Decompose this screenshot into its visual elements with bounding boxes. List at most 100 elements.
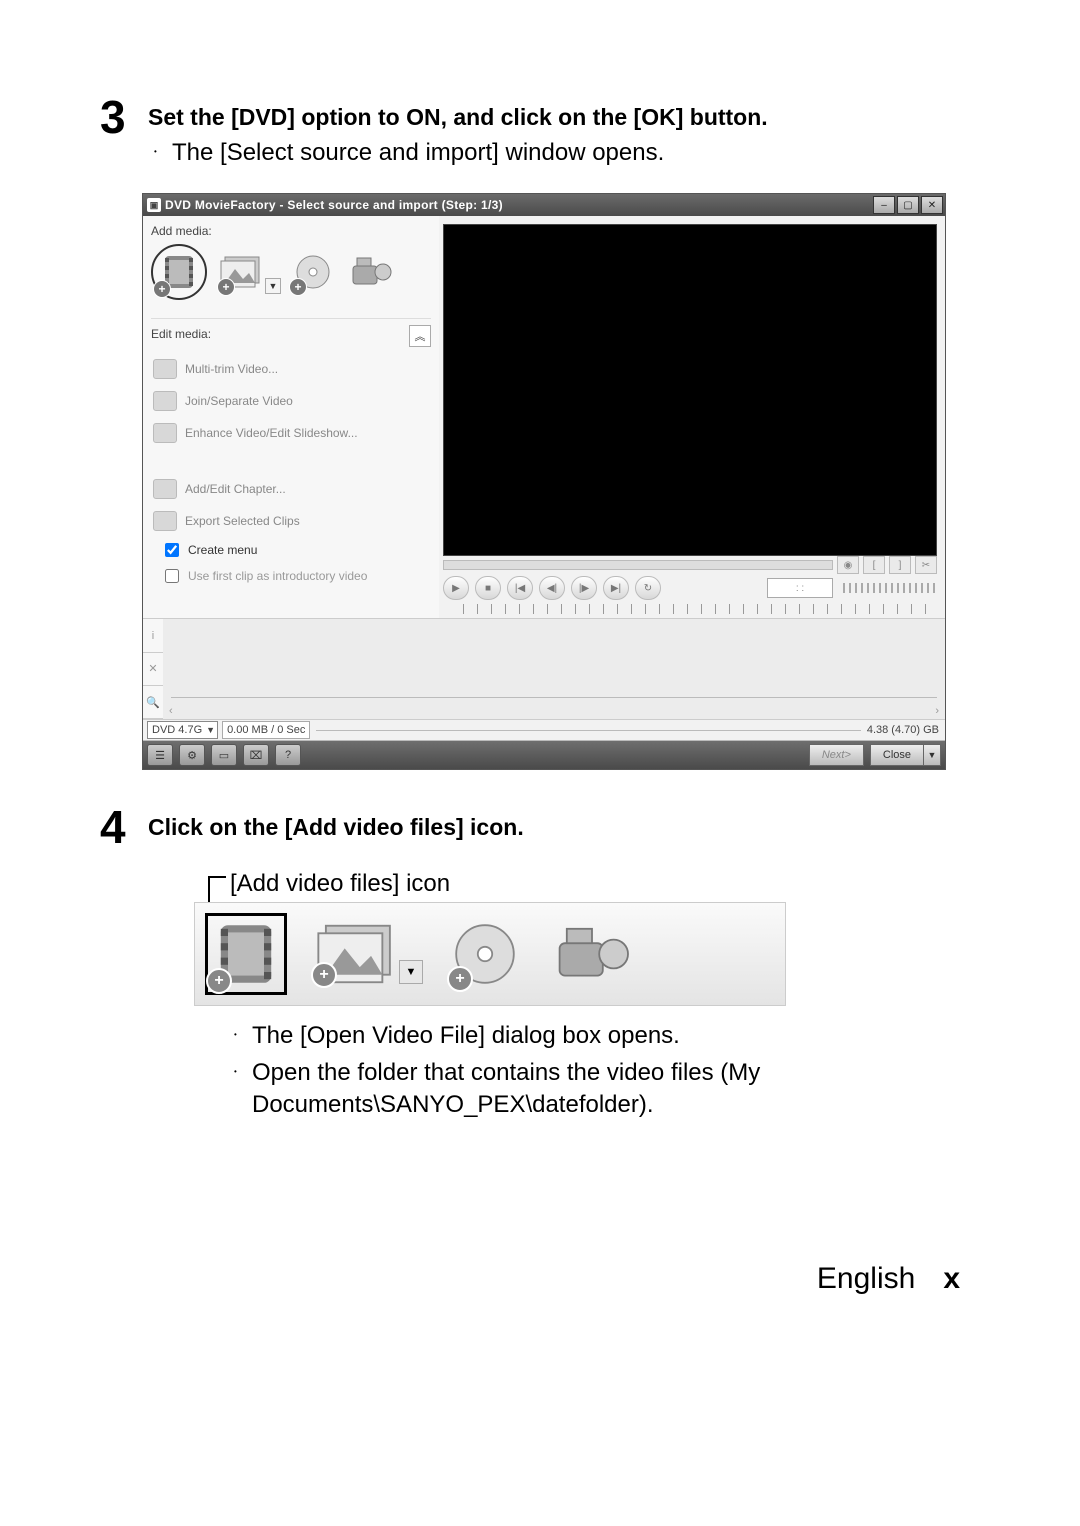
aspect-icon: ▭ (219, 749, 229, 762)
footer-bar: ☰ ⚙ ▭ ⌧ ? Next> Close ▼ (143, 741, 945, 769)
first-frame-button[interactable]: |◀ (507, 576, 533, 600)
edit-media-label: Edit media: (151, 327, 211, 341)
page-footer: English x (100, 1262, 980, 1296)
add-video-files-button[interactable]: + (151, 244, 207, 300)
create-menu-checkbox-row[interactable]: Create menu (151, 537, 431, 563)
window-title: DVD MovieFactory - Select source and imp… (165, 198, 871, 212)
capture-from-device-button[interactable] (347, 248, 395, 296)
add-photo-files-button[interactable]: + ▼ (217, 248, 265, 296)
join-separate-video-item[interactable]: Join/Separate Video (151, 385, 431, 417)
maximize-button[interactable]: ▢ (897, 196, 919, 214)
step-3-body: Set the [DVD] option to ON, and click on… (148, 100, 980, 173)
dropdown-chevron-icon[interactable]: ▼ (399, 960, 423, 984)
storyboard-side-tools: i ✕ 🔍 (143, 619, 163, 719)
last-frame-button[interactable]: ▶| (603, 576, 629, 600)
export-icon (153, 511, 177, 531)
add-media-row: + + ▼ + (151, 242, 431, 308)
minimize-button[interactable]: – (873, 196, 895, 214)
cut-button[interactable]: ✂ (915, 556, 937, 574)
enhance-label: Enhance Video/Edit Slideshow... (185, 426, 358, 440)
video-preview (443, 224, 937, 556)
app-body: Add media: + + ▼ + (143, 216, 945, 618)
export-selected-clips-item[interactable]: Export Selected Clips (151, 505, 431, 537)
disc-type-combo[interactable]: DVD 4.7G ▼ (147, 721, 218, 739)
chapter-icon (153, 479, 177, 499)
info-tool-button[interactable]: i (143, 619, 163, 652)
list-icon: ☰ (155, 749, 165, 762)
callout-leader-icon (208, 876, 226, 902)
info-icon: i (152, 630, 154, 642)
collapse-button[interactable]: ︽ (409, 325, 431, 347)
project-settings-button[interactable]: ☰ (147, 744, 173, 766)
step-3-bullet-1: The [Select source and import] window op… (172, 137, 980, 169)
add-photo-files-button-zoom[interactable]: + ▼ (313, 922, 399, 986)
plus-badge-icon: + (217, 278, 235, 296)
mark-out-button[interactable]: ] (889, 556, 911, 574)
page-language: English (817, 1262, 915, 1296)
add-video-files-button-zoom[interactable]: + (205, 913, 287, 995)
volume-slider[interactable] (843, 583, 937, 593)
close-dropdown[interactable]: ▼ (924, 744, 941, 766)
close-window-button[interactable]: ✕ (921, 196, 943, 214)
add-media-zoom-row: + + ▼ + (194, 902, 786, 1006)
step-3-title: Set the [DVD] option to ON, and click on… (148, 104, 980, 131)
capture-from-device-button-zoom[interactable] (547, 918, 637, 990)
multi-trim-video-item[interactable]: Multi-trim Video... (151, 353, 431, 385)
snapshot-button[interactable]: ◉ (837, 556, 859, 574)
plus-badge-icon: + (153, 280, 171, 298)
step-3-bullets: The [Select source and import] window op… (148, 137, 980, 169)
dropdown-chevron-icon[interactable]: ▼ (265, 278, 281, 294)
multi-trim-label: Multi-trim Video... (185, 362, 278, 376)
next-frame-button[interactable]: |▶ (571, 576, 597, 600)
playback-controls: ▶ ■ |◀ ◀| |▶ ▶| ↻ : : (443, 576, 937, 600)
left-panel: Add media: + + ▼ + (143, 216, 439, 618)
scroll-right-icon[interactable]: › (935, 705, 939, 717)
wand-icon (153, 423, 177, 443)
export-label: Export Selected Clips (185, 514, 300, 528)
step-3-number: 3 (100, 94, 148, 140)
repeat-icon: ↻ (644, 583, 652, 594)
import-from-disc-button-zoom[interactable]: + (449, 918, 521, 990)
use-first-clip-checkbox-row[interactable]: Use first clip as introductory video (151, 563, 431, 589)
aspect-button[interactable]: ▭ (211, 744, 237, 766)
status-bar: DVD 4.7G ▼ 0.00 MB / 0 Sec 4.38 (4.70) G… (143, 720, 945, 741)
tick-ruler (463, 604, 937, 614)
tick-ruler-row (443, 604, 937, 614)
edit-media-header: Edit media: ︽ (151, 318, 431, 347)
help-icon: ? (285, 749, 291, 761)
zoom-tool-button[interactable]: 🔍 (143, 686, 163, 719)
timecode-field[interactable]: : : (767, 578, 833, 598)
prev-frame-button[interactable]: ◀| (539, 576, 565, 600)
stop-icon: ■ (485, 583, 491, 594)
plus-badge-icon: + (289, 278, 307, 296)
preferences-button[interactable]: ⚙ (179, 744, 205, 766)
mark-out-icon: ] (899, 560, 902, 571)
tv-safe-button[interactable]: ⌧ (243, 744, 269, 766)
use-first-clip-checkbox[interactable] (165, 569, 179, 583)
join-icon (153, 391, 177, 411)
help-button[interactable]: ? (275, 744, 301, 766)
scroll-left-icon[interactable]: ‹ (169, 705, 173, 717)
close-button[interactable]: Close (870, 744, 924, 766)
storyboard: i ✕ 🔍 ‹ › (143, 618, 945, 720)
add-edit-chapter-item[interactable]: Add/Edit Chapter... (151, 473, 431, 505)
play-button[interactable]: ▶ (443, 576, 469, 600)
storyboard-strip[interactable]: ‹ › (163, 619, 945, 719)
repeat-button[interactable]: ↻ (635, 576, 661, 600)
create-menu-checkbox[interactable] (165, 543, 179, 557)
enhance-video-item[interactable]: Enhance Video/Edit Slideshow... (151, 417, 431, 449)
step-4-title: Click on the [Add video files] icon. (148, 814, 980, 841)
import-from-disc-button[interactable]: + (289, 248, 337, 296)
stop-button[interactable]: ■ (475, 576, 501, 600)
callout-text: [Add video files] icon (230, 870, 450, 897)
next-button[interactable]: Next> (809, 744, 864, 766)
storyboard-rule (171, 697, 937, 698)
mark-in-button[interactable]: [ (863, 556, 885, 574)
play-icon: ▶ (452, 583, 460, 594)
delete-tool-button[interactable]: ✕ (143, 653, 163, 686)
seek-slider[interactable] (443, 560, 833, 570)
chapter-label: Add/Edit Chapter... (185, 482, 286, 496)
step-4: 4 Click on the [Add video files] icon. (100, 810, 980, 850)
next-icon: |▶ (579, 583, 589, 594)
magnifier-icon: 🔍 (146, 696, 160, 709)
